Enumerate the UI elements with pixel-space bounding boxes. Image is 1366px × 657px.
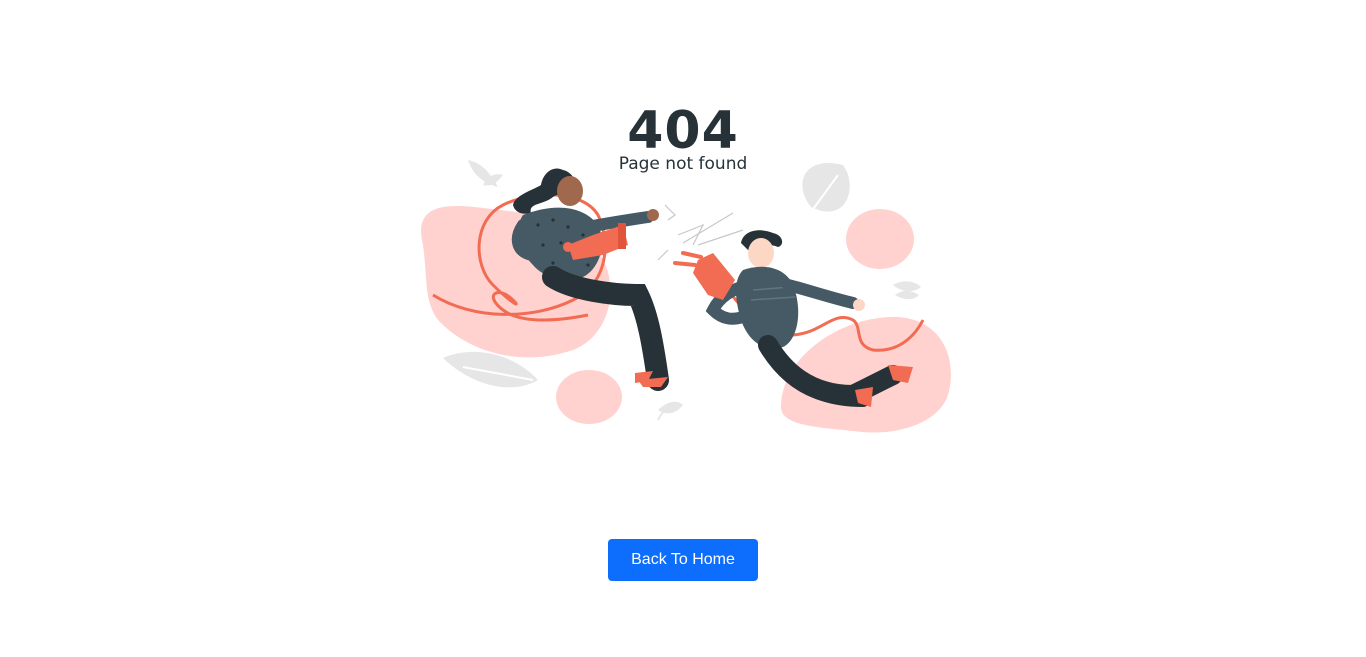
error-code-heading: 404 bbox=[627, 101, 739, 161]
error-message: Page not found bbox=[618, 154, 748, 174]
back-to-home-button[interactable]: Back To Home bbox=[608, 539, 758, 581]
spark-lines bbox=[657, 204, 744, 261]
plug-icon bbox=[673, 251, 735, 300]
not-found-page: 404 Page not found Back To Home bbox=[0, 0, 1366, 657]
